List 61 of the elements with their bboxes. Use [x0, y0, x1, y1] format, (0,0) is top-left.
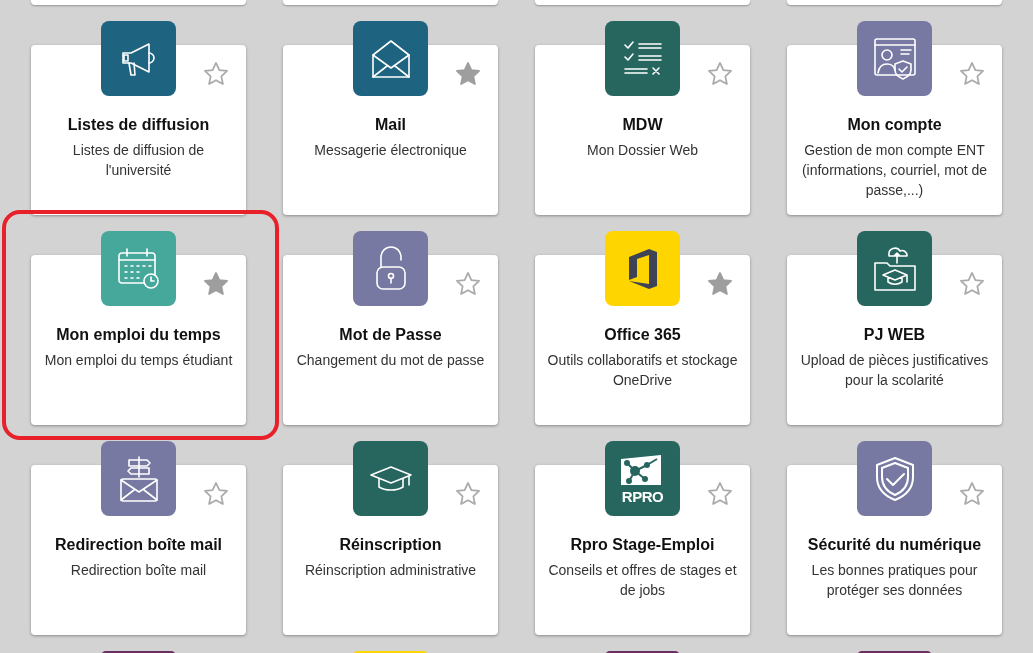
- star-icon[interactable]: [706, 60, 734, 88]
- app-card[interactable]: Sécurité du numérique Les bonnes pratiques pour protéger ses données: [787, 441, 1002, 635]
- app-card[interactable]: Listes de diffusion Listes de diffusion de l'université: [31, 21, 246, 215]
- app-tile[interactable]: RPRO: [605, 441, 680, 516]
- app-description: Gestion de mon compte ENT (informations, courriel, mot de passe,...): [800, 141, 989, 200]
- app-description: Upload de pièces justificatives pour la scolarité: [799, 351, 990, 390]
- app-title: Mail: [374, 115, 407, 135]
- app-tile[interactable]: [857, 441, 932, 516]
- app-title: MDW: [622, 115, 663, 135]
- app-tile[interactable]: [101, 231, 176, 306]
- app-card[interactable]: Réinscription Réinscription administrative: [283, 441, 498, 635]
- app-card[interactable]: Mon compte Gestion de mon compte ENT (informations, courriel, mot de passe,...): [787, 21, 1002, 215]
- app-description: Outils collaboratifs et stockage OneDrive: [546, 351, 739, 390]
- app-tile[interactable]: [353, 21, 428, 96]
- app-description: Conseils et offres de stages et de jobs: [547, 561, 738, 600]
- app-card[interactable]: MDW Mon Dossier Web: [535, 21, 750, 215]
- star-icon[interactable]: [706, 480, 734, 508]
- rpro-logo-text: RPRO: [621, 488, 664, 505]
- app-tile[interactable]: [101, 441, 176, 516]
- app-tile[interactable]: [605, 231, 680, 306]
- app-title: Mon compte: [847, 115, 942, 135]
- app-card[interactable]: RPRO Rpro Stage-Emploi Conseils et offres de stages et de jobs: [535, 441, 750, 635]
- app-description: Mon emploi du temps étudiant: [44, 351, 233, 370]
- app-title: Sécurité du numérique: [807, 535, 982, 555]
- app-description: Redirection boîte mail: [70, 561, 207, 580]
- star-icon[interactable]: [202, 270, 230, 298]
- app-title: Mot de Passe: [339, 325, 442, 345]
- app-tile[interactable]: [101, 21, 176, 96]
- app-card[interactable]: Redirection boîte mail Redirection boîte mail: [31, 441, 246, 635]
- star-icon[interactable]: [958, 270, 986, 298]
- star-icon[interactable]: [958, 60, 986, 88]
- app-title: Réinscription: [339, 535, 442, 555]
- app-tile[interactable]: [857, 21, 932, 96]
- app-card[interactable]: Office 365 Outils collaboratifs et stockage OneDrive: [535, 231, 750, 425]
- app-card[interactable]: PJ WEB Upload de pièces justificatives pour la scolarité: [787, 231, 1002, 425]
- star-icon[interactable]: [454, 270, 482, 298]
- star-icon[interactable]: [454, 60, 482, 88]
- star-icon[interactable]: [202, 60, 230, 88]
- app-title: Listes de diffusion: [67, 115, 210, 135]
- star-icon[interactable]: [958, 480, 986, 508]
- app-description: Les bonnes pratiques pour protéger ses données: [810, 561, 979, 600]
- app-tile[interactable]: [353, 231, 428, 306]
- app-description: Messagerie électronique: [314, 141, 467, 160]
- app-title: Rpro Stage-Emploi: [570, 535, 715, 555]
- app-title: Redirection boîte mail: [54, 535, 223, 555]
- app-card[interactable]: Mon emploi du temps Mon emploi du temps étudiant: [31, 231, 246, 425]
- app-tile[interactable]: [605, 21, 680, 96]
- star-icon[interactable]: [706, 270, 734, 298]
- app-title: Office 365: [604, 325, 681, 345]
- app-card[interactable]: Mot de Passe Changement du mot de passe: [283, 231, 498, 425]
- app-tile[interactable]: [353, 441, 428, 516]
- app-tile[interactable]: [857, 231, 932, 306]
- app-description: Changement du mot de passe: [296, 351, 485, 370]
- app-title: Mon emploi du temps: [56, 325, 221, 345]
- app-title: PJ WEB: [863, 325, 926, 345]
- star-icon[interactable]: [454, 480, 482, 508]
- star-icon[interactable]: [202, 480, 230, 508]
- app-description: Mon Dossier Web: [587, 141, 698, 160]
- app-description: Réinscription administrative: [304, 561, 477, 580]
- app-description: Listes de diffusion de l'université: [71, 141, 206, 180]
- app-card[interactable]: Mail Messagerie électronique: [283, 21, 498, 215]
